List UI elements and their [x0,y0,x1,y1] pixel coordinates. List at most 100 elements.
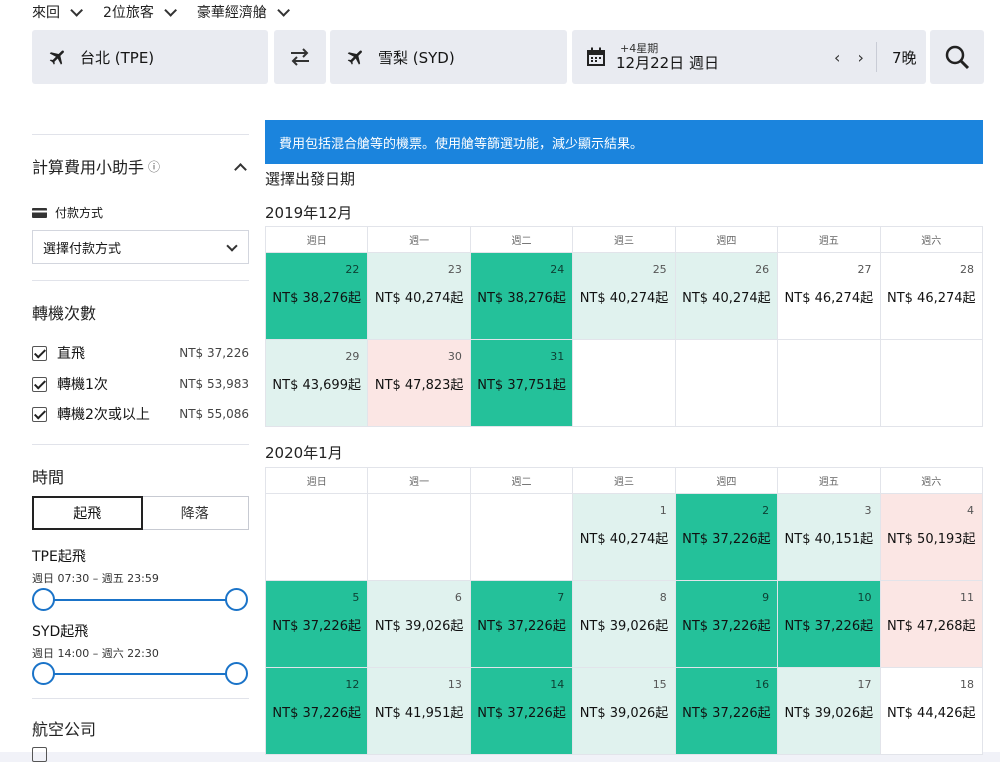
stops-nonstop-checkbox[interactable]: 直飛 NT$ 37,226 [32,343,249,363]
tpe-time-slider[interactable] [32,588,248,611]
calendar-day-cell[interactable]: 30 NT$ 47,823起 [367,339,471,427]
tab-landing[interactable]: 降落 [142,497,249,529]
calendar-day-cell[interactable]: 7 NT$ 37,226起 [469,580,574,668]
calendar-day-cell[interactable]: 24 NT$ 38,276起 [469,252,574,340]
prev-date-button[interactable]: ‹ [834,48,846,67]
date-field[interactable]: +4星期 12月22日 週日 ‹ › 7晚 [572,30,926,84]
calendar-day-cell[interactable]: 29 NT$ 43,699起 [264,339,369,427]
trip-options: 來回 2位旅客 豪華經濟艙 [32,2,310,22]
chevron-down-icon [164,3,177,17]
calendar-day-cell[interactable]: 6 NT$ 39,026起 [367,580,471,668]
day-price: NT$ 40,274起 [579,532,669,547]
calendar-day-cell[interactable]: 10 NT$ 37,226起 [777,580,881,668]
calendar-day-cell[interactable]: 22 NT$ 38,276起 [264,252,369,340]
day-number: 8 [659,591,667,604]
calendar-empty-cell [572,339,676,427]
day-price: NT$ 38,276起 [477,291,566,306]
day-number: 22 [345,263,360,276]
origin-field[interactable]: 台北 (TPE) [32,30,268,84]
calendar-day-cell[interactable]: 18 NT$ 44,426起 [879,667,984,755]
calendar-day-cell[interactable]: 17 NT$ 39,026起 [777,667,881,755]
calendar-day-cell[interactable]: 8 NT$ 39,026起 [572,580,676,668]
day-number: 30 [447,350,462,363]
next-date-button[interactable]: › [858,48,870,67]
calendar-day-cell[interactable]: 12 NT$ 37,226起 [264,667,369,755]
calendar-day-cell[interactable]: 11 NT$ 47,268起 [879,580,984,668]
cabin-dropdown[interactable]: 豪華經濟艙 [197,2,290,22]
search-button[interactable] [930,30,984,84]
slider-handle-max[interactable] [225,662,248,685]
day-price: NT$ 39,026起 [374,619,464,634]
swap-button[interactable] [274,30,326,84]
day-number: 4 [967,504,974,517]
calendar-day-cell[interactable]: 15 NT$ 39,026起 [572,667,676,755]
day-price: NT$ 47,268起 [886,619,976,634]
tpe-departure-range: 週日 07:30 – 週五 23:59 [32,572,159,585]
month-label: 2019年12月 [265,204,353,222]
chevron-down-icon [226,240,238,252]
chevron-down-icon [70,3,83,17]
slider-handle-min[interactable] [32,662,55,685]
calendar-day-cell[interactable]: 5 NT$ 37,226起 [264,580,369,668]
mixed-cabin-banner: 費用包括混合艙等的機票。使用艙等篩選功能，減少顯示結果。 [265,120,983,164]
calendar-day-cell[interactable]: 4 NT$ 50,193起 [879,493,984,581]
calendar-day-cell[interactable]: 23 NT$ 40,274起 [367,252,471,340]
weekday-header: 週三 [572,467,676,494]
day-price: NT$ 37,226起 [784,619,874,634]
stops-label: 直飛 [57,346,85,362]
calendar-day-cell[interactable]: 31 NT$ 37,751起 [469,339,574,427]
calendar-day-cell[interactable]: 9 NT$ 37,226起 [674,580,779,668]
travelers-dropdown[interactable]: 2位旅客 [103,2,177,22]
day-price: NT$ 37,226起 [682,532,771,547]
airline-checkbox[interactable] [32,747,47,762]
destination-field[interactable]: 雪梨 (SYD) [330,30,567,84]
plane-icon [347,50,362,65]
calendar-day-cell[interactable]: 27 NT$ 46,274起 [777,252,881,340]
tab-departure[interactable]: 起飛 [32,496,143,530]
calendar-day-cell[interactable]: 13 NT$ 41,951起 [367,667,471,755]
info-icon[interactable]: ⓘ [148,158,160,175]
stops-two-plus-checkbox[interactable]: 轉機2次或以上 NT$ 55,086 [32,404,249,424]
day-price: NT$ 37,226起 [682,619,771,634]
slider-handle-max[interactable] [225,588,248,611]
weekday-header: 週五 [777,467,881,494]
calendar-week-row: 29 NT$ 43,699起 30 NT$ 47,823起 31 NT$ 37,751起 [264,339,984,427]
stops-label: 轉機1次 [57,377,108,393]
calendar-day-cell[interactable]: 14 NT$ 37,226起 [469,667,574,755]
calendar-day-cell[interactable]: 28 NT$ 46,274起 [879,252,984,340]
calendar-empty-cell [777,339,881,427]
stops-price: NT$ 53,983 [179,377,249,391]
calendar-day-cell[interactable]: 3 NT$ 40,151起 [777,493,881,581]
calc-helper-header[interactable]: 計算費用小助手 ⓘ [32,154,249,178]
payment-method-select[interactable]: 選擇付款方式 [32,230,249,264]
nights-value[interactable]: 7晚 [892,47,917,68]
day-number: 3 [864,504,872,517]
calendar-day-cell[interactable]: 16 NT$ 37,226起 [674,667,779,755]
slider-handle-min[interactable] [32,588,55,611]
calendar-empty-cell [264,493,369,581]
calendar-day-cell[interactable]: 26 NT$ 40,274起 [674,252,779,340]
trip-type-label: 來回 [32,5,60,21]
payment-label: 付款方式 [55,206,104,220]
calendar-empty-cell [879,339,984,427]
weekday-header: 週二 [469,467,574,494]
price-calendar: 費用包括混合艙等的機票。使用艙等篩選功能，減少顯示結果。 選擇出發日期 2019… [264,102,1000,755]
trip-type-dropdown[interactable]: 來回 [32,2,83,22]
day-price: NT$ 38,276起 [272,291,361,306]
stops-one-checkbox[interactable]: 轉機1次 NT$ 53,983 [32,374,249,394]
day-price: NT$ 40,274起 [579,291,669,306]
day-price: NT$ 44,426起 [886,706,976,721]
calendar-icon [587,47,605,66]
date-offset: +4星期 [620,41,659,55]
day-number: 13 [447,678,462,691]
chevron-up-icon[interactable] [234,162,247,176]
weekday-header: 週二 [469,226,574,253]
calendar-day-cell[interactable]: 25 NT$ 40,274起 [572,252,676,340]
calendar-day-cell[interactable]: 2 NT$ 37,226起 [674,493,779,581]
syd-time-slider[interactable] [32,662,248,685]
weekday-header: 週四 [674,226,779,253]
plane-icon [49,50,64,65]
syd-departure-label: SYD起飛 [32,624,89,640]
calendar-day-cell[interactable]: 1 NT$ 40,274起 [572,493,676,581]
month-calendar-dec-2019: 週日 週一 週二 週三 週四 週五 週六 22 NT$ 38,276起 23 NT$ 40,274起… [264,226,984,427]
